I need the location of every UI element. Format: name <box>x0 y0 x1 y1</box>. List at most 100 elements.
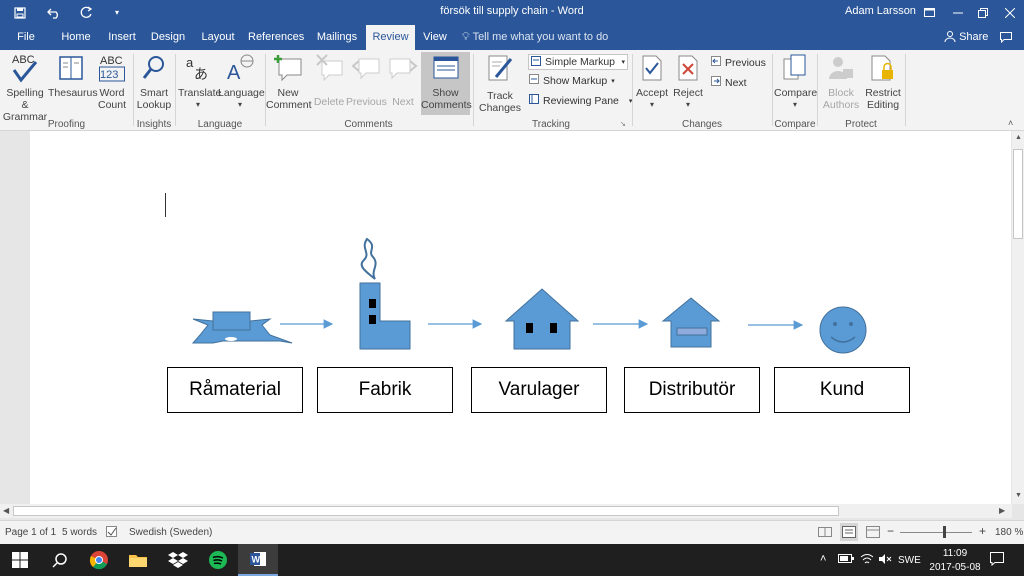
scroll-left-icon[interactable]: ◀ <box>3 506 9 515</box>
ribbon-display-icon[interactable] <box>915 0 943 25</box>
horizontal-scrollbar[interactable]: ◀ ▶ <box>0 504 1012 518</box>
language-button[interactable]: A Language ▾ <box>218 52 265 111</box>
scroll-right-icon[interactable]: ▶ <box>999 506 1005 515</box>
web-layout-icon[interactable] <box>866 526 880 541</box>
node-box-distributor[interactable]: Distributör <box>624 367 760 413</box>
file-explorer-icon[interactable] <box>118 544 158 576</box>
previous-label: Previous <box>346 96 387 108</box>
block-authors-button[interactable]: Block Authors <box>820 52 862 111</box>
svg-text:W: W <box>252 555 261 565</box>
vertical-scroll-thumb[interactable] <box>1013 149 1023 239</box>
next-comment-button[interactable]: Next <box>386 52 420 108</box>
thesaurus-button[interactable]: Thesaurus <box>48 52 98 99</box>
translate-button[interactable]: aあ Translate ▾ <box>178 52 221 111</box>
tab-file[interactable]: File <box>8 25 44 50</box>
proofing-status-icon[interactable] <box>106 526 118 541</box>
tab-layout[interactable]: Layout <box>196 25 240 50</box>
compare-label: Compare <box>774 87 818 99</box>
document-language[interactable]: Swedish (Sweden) <box>129 527 212 538</box>
input-language[interactable]: SWE <box>898 555 921 566</box>
display-for-review-select[interactable]: Simple Markup ▾ <box>528 54 628 70</box>
smart-label-1: Smart <box>139 87 168 99</box>
restrict-editing-button[interactable]: Restrict Editing <box>862 52 904 111</box>
tab-view[interactable]: View <box>420 25 450 50</box>
zoom-level[interactable]: 180 % <box>995 527 1023 538</box>
tell-me-search[interactable]: 💡︎ Tell me what you want to do <box>462 25 608 50</box>
next-change-label: Next <box>725 76 747 89</box>
previous-change-button[interactable]: Previous <box>711 56 766 69</box>
clock-time[interactable]: 11:09 <box>935 548 975 559</box>
comments-icon[interactable] <box>998 25 1014 50</box>
tab-home[interactable]: Home <box>56 25 96 50</box>
vertical-scrollbar[interactable]: ▲ ▼ <box>1012 131 1024 504</box>
user-name[interactable]: Adam Larsson <box>845 5 916 17</box>
reject-button[interactable]: Reject ▾ <box>670 52 706 111</box>
tab-insert[interactable]: Insert <box>102 25 142 50</box>
show-markup-button[interactable]: Show Markup ▾ <box>529 74 615 87</box>
clock-date[interactable]: 2017-05-08 <box>924 562 986 573</box>
scroll-down-icon[interactable]: ▼ <box>1015 492 1022 499</box>
search-icon[interactable] <box>40 544 80 576</box>
zoom-out-icon[interactable]: − <box>887 524 894 538</box>
node-box-raw-material[interactable]: Råmaterial <box>167 367 303 413</box>
compare-icon <box>774 52 816 84</box>
group-label-compare: Compare <box>774 119 816 130</box>
group-label-insights: Insights <box>136 119 172 130</box>
ribbon-tabs: File Home Insert Design Layout Reference… <box>0 25 1024 50</box>
previous-comment-button[interactable]: Previous <box>346 52 387 108</box>
minimize-icon[interactable] <box>944 0 972 25</box>
print-layout-icon[interactable] <box>840 523 858 541</box>
collapse-ribbon-icon[interactable]: ˄ <box>1008 118 1013 128</box>
delete-comment-icon <box>310 52 348 84</box>
chrome-icon[interactable] <box>79 544 119 576</box>
group-separator <box>175 54 176 126</box>
wifi-icon[interactable] <box>860 553 874 568</box>
simple-markup-label: Simple Markup <box>545 56 616 68</box>
scroll-up-icon[interactable]: ▲ <box>1015 134 1022 141</box>
dropbox-icon[interactable] <box>158 544 198 576</box>
zoom-slider-thumb[interactable] <box>943 526 946 538</box>
zoom-slider[interactable] <box>900 526 972 538</box>
compare-button[interactable]: Compare ▾ <box>774 52 818 111</box>
read-mode-icon[interactable] <box>818 526 832 541</box>
horizontal-scroll-thumb[interactable] <box>13 506 839 516</box>
tab-mailings[interactable]: Mailings <box>312 25 362 50</box>
tab-design[interactable]: Design <box>148 25 188 50</box>
tab-review[interactable]: Review <box>366 25 415 50</box>
word-count-icon: ABC 123 <box>94 52 130 84</box>
word-count-button[interactable]: ABC 123 Word Count <box>94 52 130 111</box>
restore-icon[interactable] <box>969 0 997 25</box>
new-comment-button[interactable]: New Comment <box>266 52 312 111</box>
svg-text:A: A <box>227 62 241 83</box>
distributor-building-icon <box>661 297 721 348</box>
word-icon[interactable]: W <box>238 544 278 576</box>
svg-text:ABC: ABC <box>12 54 35 66</box>
page-count[interactable]: Page 1 of 1 <box>5 527 56 538</box>
close-icon[interactable] <box>996 0 1024 25</box>
track-changes-button[interactable]: Track Changes <box>476 52 524 114</box>
smart-lookup-button[interactable]: Smart Lookup <box>136 52 172 111</box>
windows-start-icon[interactable] <box>0 544 40 576</box>
tracking-options-launcher-icon[interactable]: ↘ <box>620 120 626 128</box>
accept-button[interactable]: Accept ▾ <box>634 52 670 111</box>
node-box-customer[interactable]: Kund <box>774 367 910 413</box>
node-box-factory[interactable]: Fabrik <box>317 367 453 413</box>
share-button[interactable]: Share <box>944 25 988 50</box>
show-hidden-icons-icon[interactable]: ˄ <box>820 553 826 565</box>
action-center-icon[interactable] <box>990 552 1004 569</box>
reviewing-pane-button[interactable]: Reviewing Pane ▾ <box>529 94 632 107</box>
spelling-grammar-button[interactable]: ABC Spelling & Grammar <box>2 52 48 123</box>
battery-icon[interactable] <box>838 554 854 567</box>
spotify-icon[interactable] <box>198 544 238 576</box>
volume-mute-icon[interactable] <box>878 553 892 568</box>
next-change-button[interactable]: Next <box>711 76 747 89</box>
tab-references[interactable]: References <box>248 25 304 50</box>
show-comments-button[interactable]: Show Comments <box>421 52 472 115</box>
document-page[interactable]: Råmaterial Fabrik Varulager Distributör … <box>30 131 1011 504</box>
language-label: Language <box>218 87 265 99</box>
word-count[interactable]: 5 words <box>62 527 97 538</box>
delete-comment-button[interactable]: Delete <box>310 52 348 108</box>
language-icon: A <box>218 52 262 84</box>
node-box-warehouse[interactable]: Varulager <box>471 367 607 413</box>
zoom-in-icon[interactable]: + <box>979 524 986 538</box>
